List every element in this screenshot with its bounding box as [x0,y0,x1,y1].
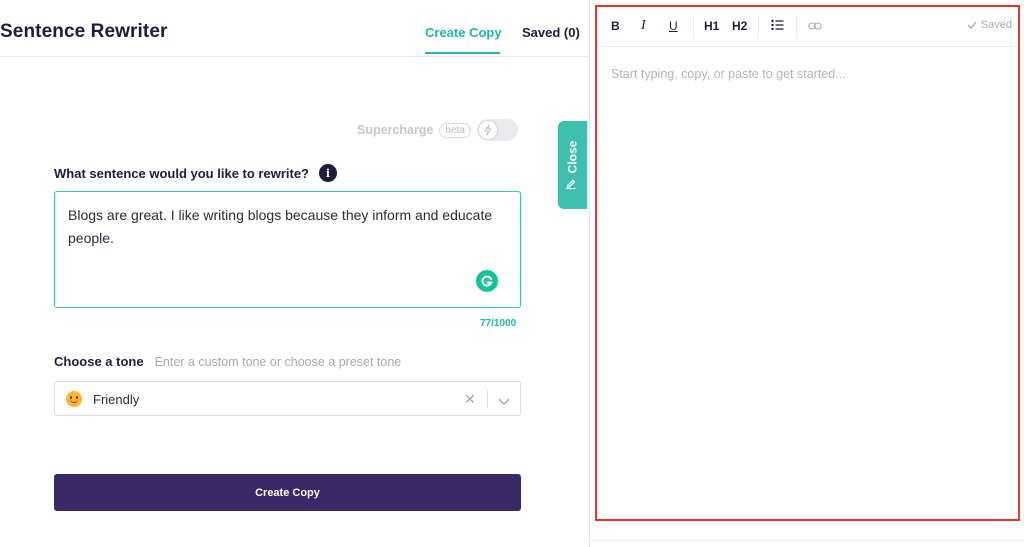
save-status-label: Saved [980,19,1012,31]
tone-value: Friendly [93,392,140,407]
tone-row: Choose a tone Enter a custom tone or cho… [54,354,401,369]
underline-button[interactable]: U [669,19,678,33]
char-counter: 77/1000 [480,318,517,329]
toolbar-divider [796,15,797,39]
chevron-down-icon[interactable] [498,393,510,411]
supercharge-toggle[interactable] [476,119,518,141]
editor-panel: B I U H1 H2 Saved Start typing, copy, or… [595,5,1020,521]
tone-hint: Enter a custom tone or choose a preset t… [154,355,402,369]
lightning-icon [477,120,498,140]
supercharge-label: Supercharge [357,123,434,137]
link-icon[interactable] [808,20,822,34]
smiling-face-icon [66,391,82,407]
top-bar: Sentence Rewriter Create Copy Saved (0) [0,0,589,57]
active-tab-indicator [425,52,500,54]
save-status: Saved [967,19,1012,31]
tone-select[interactable]: Friendly ✕ [54,381,521,416]
editor-toolbar: B I U H1 H2 Saved [597,7,1018,47]
check-icon [967,21,977,29]
toolbar-divider [758,15,759,39]
tab-create-copy[interactable]: Create Copy [425,25,502,40]
toolbar-divider [693,15,694,39]
sentence-question: What sentence would you like to rewrite?… [54,164,337,182]
bold-button[interactable]: B [611,19,620,33]
pencil-icon [566,178,580,190]
left-panel: Sentence Rewriter Create Copy Saved (0) … [0,0,590,547]
clear-icon[interactable]: ✕ [464,391,476,408]
grammarly-icon[interactable] [476,270,498,292]
close-panel-button[interactable]: Close [558,121,587,209]
info-icon[interactable]: i [319,164,337,182]
supercharge-row: Supercharge beta [357,119,518,141]
sentence-input[interactable]: Blogs are great. I like writing blogs be… [54,191,521,308]
select-divider [487,390,488,408]
italic-button[interactable]: I [641,18,646,34]
beta-badge: beta [439,122,471,138]
editor-input[interactable]: Start typing, copy, or paste to get star… [611,67,846,81]
close-label: Close [565,140,580,174]
bullet-list-icon[interactable] [771,19,784,34]
tone-label: Choose a tone [54,354,144,369]
divider [590,540,1024,541]
sentence-label: What sentence would you like to rewrite? [54,165,309,181]
tab-saved[interactable]: Saved (0) [522,25,580,40]
page-title: Sentence Rewriter [0,21,168,42]
heading1-button[interactable]: H1 [704,19,719,33]
heading2-button[interactable]: H2 [732,19,747,33]
create-copy-button[interactable]: Create Copy [54,474,521,511]
